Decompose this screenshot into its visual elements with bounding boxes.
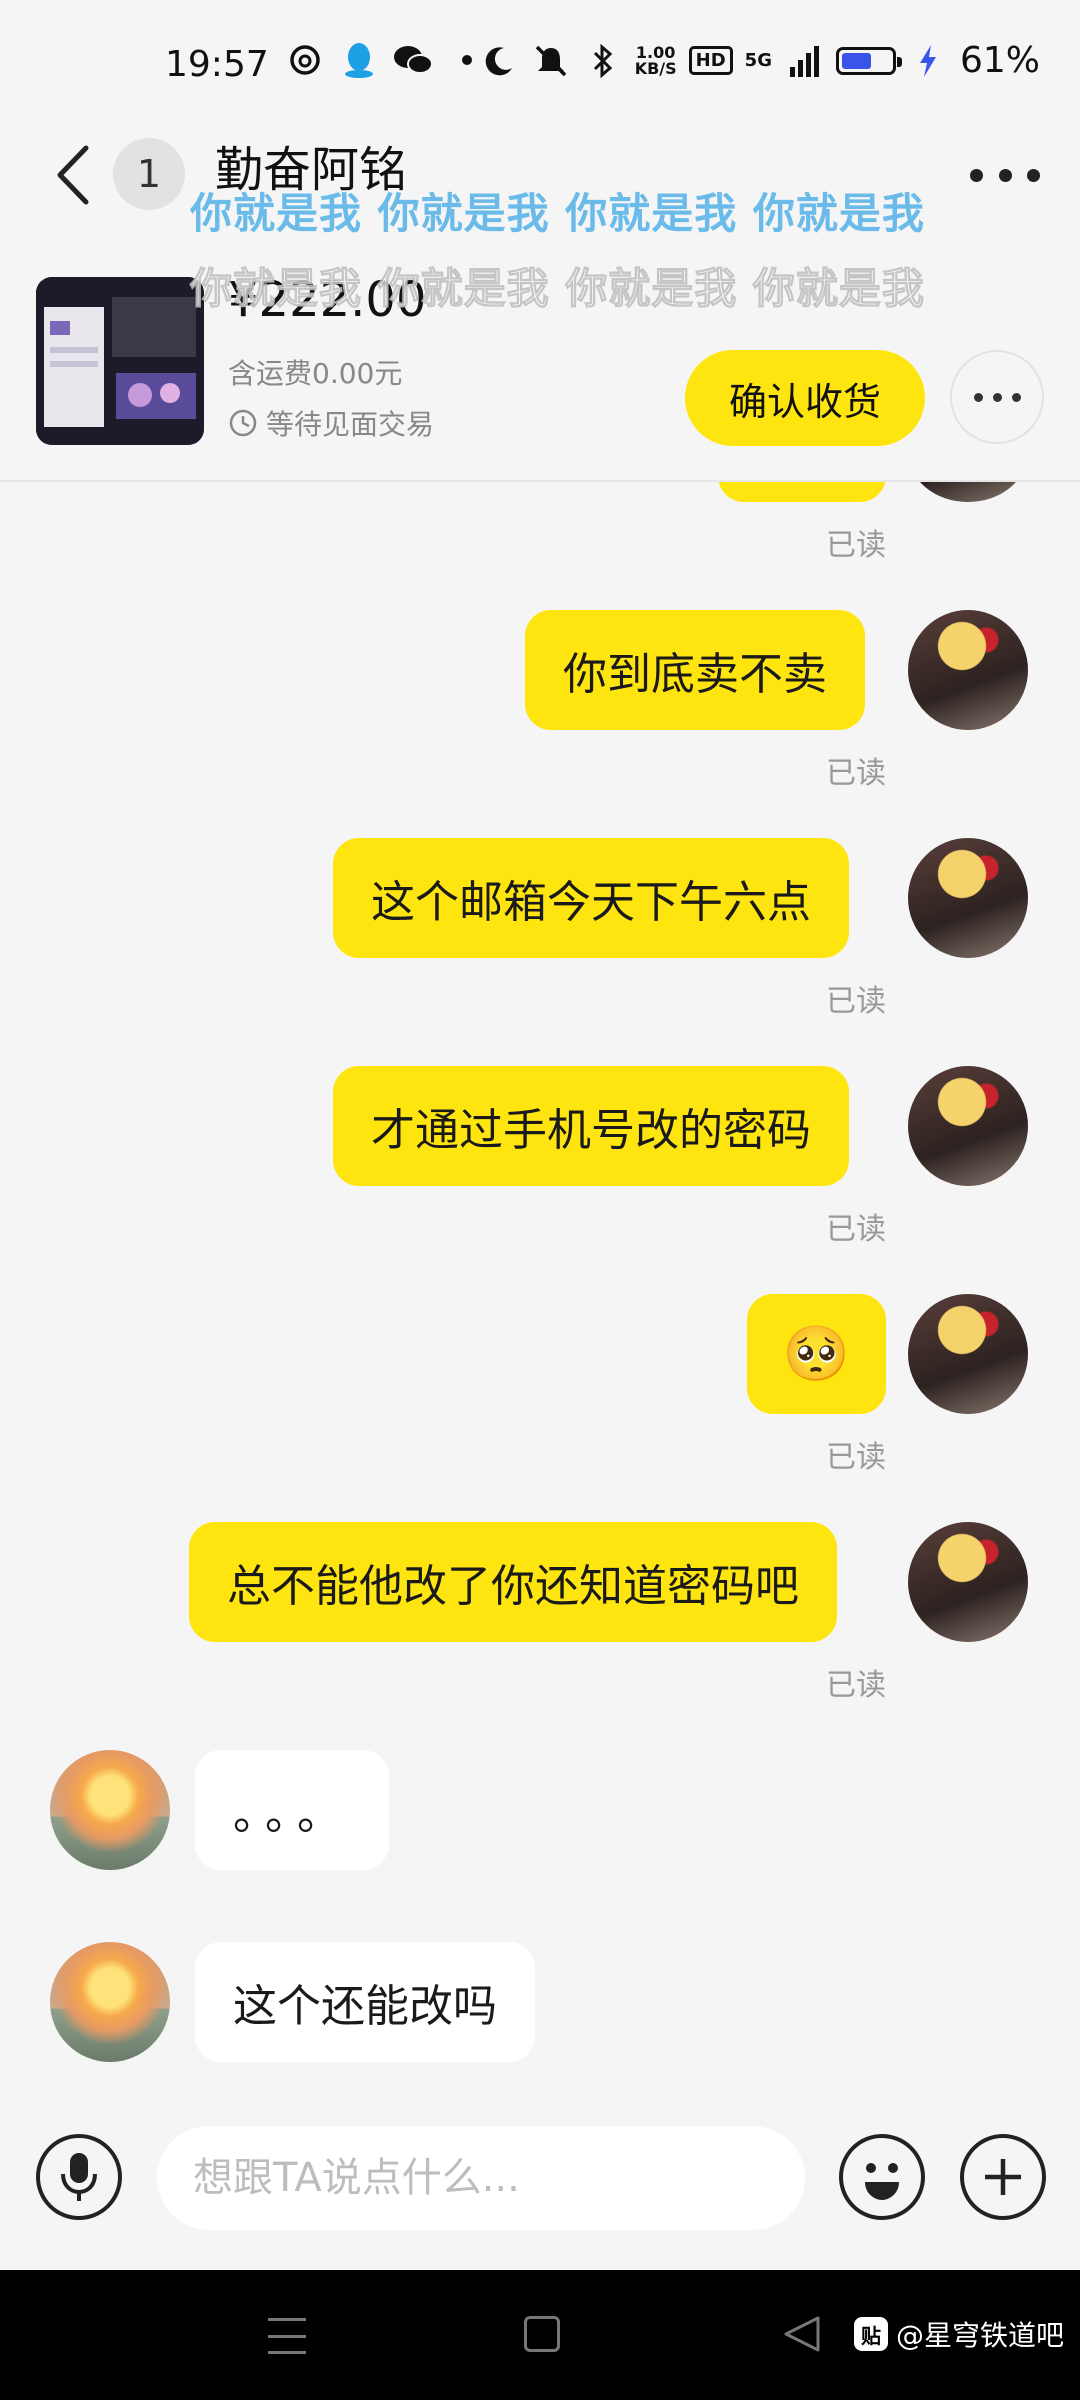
- recent-apps-icon[interactable]: [268, 2318, 306, 2354]
- confirm-receipt-button[interactable]: 确认收货: [685, 350, 925, 446]
- netease-music-icon: [285, 40, 325, 80]
- read-receipt: 已读: [826, 1440, 886, 1475]
- system-navigation-bar: 贴 @星穹铁道吧: [0, 2270, 1080, 2400]
- battery-percent: 61%: [959, 40, 1040, 81]
- back-icon[interactable]: [48, 140, 98, 210]
- message-input[interactable]: [157, 2126, 805, 2230]
- moon-icon: [479, 41, 519, 81]
- emoji-button[interactable]: [839, 2134, 925, 2220]
- wechat-icon: [393, 40, 433, 80]
- mute-icon: [531, 41, 571, 81]
- input-bar: [0, 2090, 1080, 2270]
- signal-type: 5G: [744, 50, 772, 71]
- my-avatar[interactable]: [908, 482, 1028, 502]
- add-attachment-button[interactable]: [960, 2134, 1046, 2220]
- voice-input-button[interactable]: [36, 2134, 122, 2220]
- message-bubble-sent[interactable]: [718, 482, 886, 502]
- more-options-button[interactable]: [970, 150, 1040, 200]
- contact-avatar[interactable]: [50, 1750, 170, 1870]
- clock-icon: [229, 409, 257, 437]
- contact-avatar[interactable]: [50, 1942, 170, 2062]
- my-avatar[interactable]: [908, 610, 1028, 730]
- tieba-watermark: 贴 @星穹铁道吧: [853, 2314, 1064, 2354]
- message-bubble-sent[interactable]: 才通过手机号改的密码: [333, 1066, 849, 1186]
- message-bubble-sent[interactable]: 这个邮箱今天下午六点: [333, 838, 849, 958]
- product-price: ¥222.00: [228, 272, 427, 328]
- network-speed: 1.00 KB/S: [634, 44, 677, 78]
- message-bubble-sent[interactable]: 总不能他改了你还知道密码吧: [189, 1522, 837, 1642]
- dot-icon: [992, 392, 1002, 402]
- message-bubble-sent[interactable]: 🥺: [747, 1294, 886, 1414]
- read-receipt: 已读: [826, 984, 886, 1019]
- battery-icon: [835, 46, 902, 75]
- status-bar: 19:57 1.00 KB/S HD 5G 61%: [0, 0, 1080, 130]
- pleading-face-emoji: 🥺: [782, 1322, 851, 1385]
- dot-icon: [970, 168, 983, 182]
- contact-name: 勤奋阿铭: [215, 142, 408, 198]
- message-list[interactable]: 已读 你到底卖不卖 已读 这个邮箱今天下午六点 已读 才通过手机号改的密码 已读…: [0, 482, 1080, 2082]
- hd-badge: HD: [688, 46, 733, 75]
- microphone-icon: [61, 2153, 97, 2201]
- unread-count-badge[interactable]: 1: [113, 138, 185, 210]
- network-speed-unit: KB/S: [634, 58, 677, 78]
- plus-icon: [985, 2159, 1021, 2195]
- qq-icon: [339, 40, 379, 80]
- dot-icon: [1027, 168, 1040, 182]
- dot-icon: [998, 168, 1012, 182]
- status-time: 19:57: [165, 44, 269, 85]
- nav-back-icon[interactable]: [780, 2312, 824, 2356]
- bluetooth-icon: [583, 41, 623, 81]
- my-avatar[interactable]: [908, 1294, 1028, 1414]
- trade-status: 等待见面交易: [228, 403, 434, 443]
- read-receipt: 已读: [826, 1668, 886, 1703]
- my-avatar[interactable]: [908, 1066, 1028, 1186]
- trade-status-label: 等待见面交易: [266, 408, 435, 441]
- shipping-fee: 含运费0.00元: [228, 357, 403, 390]
- home-icon[interactable]: [524, 2316, 560, 2352]
- signal-bars-icon: [784, 41, 824, 81]
- dot-icon: [973, 392, 983, 402]
- message-bubble-sent[interactable]: 你到底卖不卖: [525, 610, 865, 730]
- charging-icon: [908, 41, 948, 81]
- order-more-button[interactable]: [950, 350, 1044, 444]
- read-receipt: 已读: [826, 756, 886, 791]
- message-bubble-received[interactable]: 。。。: [195, 1750, 389, 1870]
- read-receipt: 已读: [826, 528, 886, 563]
- product-thumbnail[interactable]: [36, 277, 204, 445]
- dot-icon: [1011, 392, 1021, 402]
- chat-header: 1 勤奋阿铭 ¥222.00 含运费0.00元 等待见面交易 确认收货 你就是我…: [0, 130, 1080, 482]
- message-bubble-received[interactable]: 这个还能改吗: [195, 1942, 535, 2062]
- system-icons: 1.00 KB/S HD 5G 61%: [479, 40, 1040, 81]
- smiley-icon: [865, 2163, 899, 2200]
- tieba-logo: 贴: [853, 2317, 888, 2351]
- battery-level: [841, 52, 872, 69]
- tieba-credit-text: @星穹铁道吧: [895, 2319, 1064, 2352]
- my-avatar[interactable]: [908, 838, 1028, 958]
- my-avatar[interactable]: [908, 1522, 1028, 1642]
- read-receipt: 已读: [826, 1212, 886, 1247]
- notification-icons: [285, 40, 487, 80]
